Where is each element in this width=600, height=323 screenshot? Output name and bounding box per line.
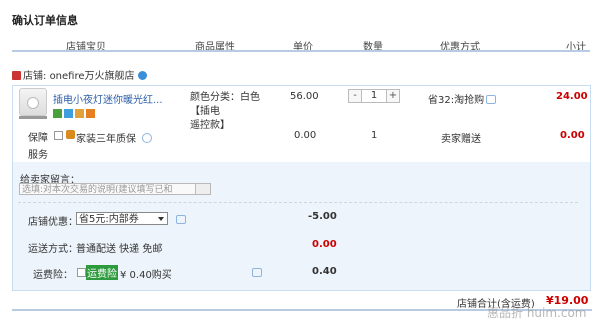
guarantee-promo: 卖家赠送	[441, 134, 481, 145]
shop-prefix: 店铺:	[23, 71, 47, 82]
guarantee-label: 保障服务	[28, 133, 48, 161]
insurance-info-icon[interactable]	[252, 268, 262, 277]
message-scrollbar[interactable]	[195, 184, 210, 194]
item-promo: 省32:淘抢购	[428, 91, 497, 106]
guarantee-price: 0.00	[294, 130, 317, 141]
shipping-label: 运送方式：	[28, 244, 78, 255]
discount-amount: -5.00	[308, 211, 337, 222]
guarantee-service: 家装三年质保	[76, 130, 152, 145]
guarantee-seal-icon	[66, 130, 75, 139]
increase-quantity-button[interactable]: +	[386, 89, 400, 103]
product-name-link[interactable]: 插电小夜灯迷你暖光红...	[53, 91, 163, 106]
seven-day-return-icon[interactable]	[53, 108, 62, 118]
insurance-label: 运费险：	[33, 270, 73, 281]
shop-bag-icon	[12, 71, 21, 80]
shipping-method: 普通配送 快递 免邮	[76, 244, 163, 255]
insurance-badge: 运费险	[86, 265, 118, 280]
promo-info-icon[interactable]	[486, 95, 497, 104]
item-subtotal: 24.00	[556, 91, 588, 102]
product-attributes: 颜色分类：白色【插电 遥控款】	[190, 91, 275, 133]
discount-label: 店铺优惠：	[28, 217, 78, 228]
invoice-icon[interactable]	[86, 108, 95, 118]
shop-row: 店铺: onefire万火旗舰店	[12, 67, 147, 82]
service-guarantee-icon[interactable]	[64, 108, 73, 118]
decrease-quantity-button[interactable]: -	[348, 89, 362, 103]
help-icon[interactable]	[142, 133, 152, 143]
discount-selected: 省5元:内部券	[79, 214, 139, 225]
attr-line2: 遥控款】	[190, 120, 230, 131]
quantity-stepper: -1 +	[348, 89, 400, 103]
chevron-down-icon	[158, 217, 164, 221]
guarantee-subtotal: 0.00	[560, 130, 585, 141]
guarantee-text: 家装三年质保	[76, 134, 136, 145]
unit-price: 56.00	[290, 91, 319, 102]
wangwang-chat-icon[interactable]	[137, 71, 147, 80]
dashed-divider	[18, 202, 578, 203]
credit-card-icon[interactable]	[75, 108, 84, 118]
discount-select[interactable]: 省5元:内部券	[76, 212, 168, 225]
insurance-amount: 0.40	[312, 266, 337, 277]
page-title: 确认订单信息	[12, 14, 78, 27]
shipping-amount: 0.00	[312, 239, 337, 250]
watermark-text: 惠品折 huim.com	[487, 306, 587, 320]
quantity-input[interactable]: 1	[362, 89, 386, 103]
header-divider	[12, 50, 590, 52]
guarantee-checkbox[interactable]	[54, 131, 63, 140]
service-badges	[53, 108, 97, 119]
guarantee-quantity: 1	[371, 130, 378, 141]
insurance-price: ¥ 0.40购买	[120, 270, 172, 281]
insurance-checkbox[interactable]	[77, 268, 86, 277]
product-thumbnail-caption	[19, 116, 47, 119]
promo-text: 省32:淘抢购	[428, 95, 485, 106]
message-input[interactable]: 选填:对本次交易的说明(建议填写已和	[19, 183, 211, 195]
product-thumbnail-lamp	[27, 97, 39, 109]
discount-info-icon[interactable]	[176, 215, 186, 224]
shop-name-link[interactable]: onefire万火旗舰店	[50, 71, 135, 82]
attr-line1: 颜色分类：白色【插电	[190, 92, 260, 117]
